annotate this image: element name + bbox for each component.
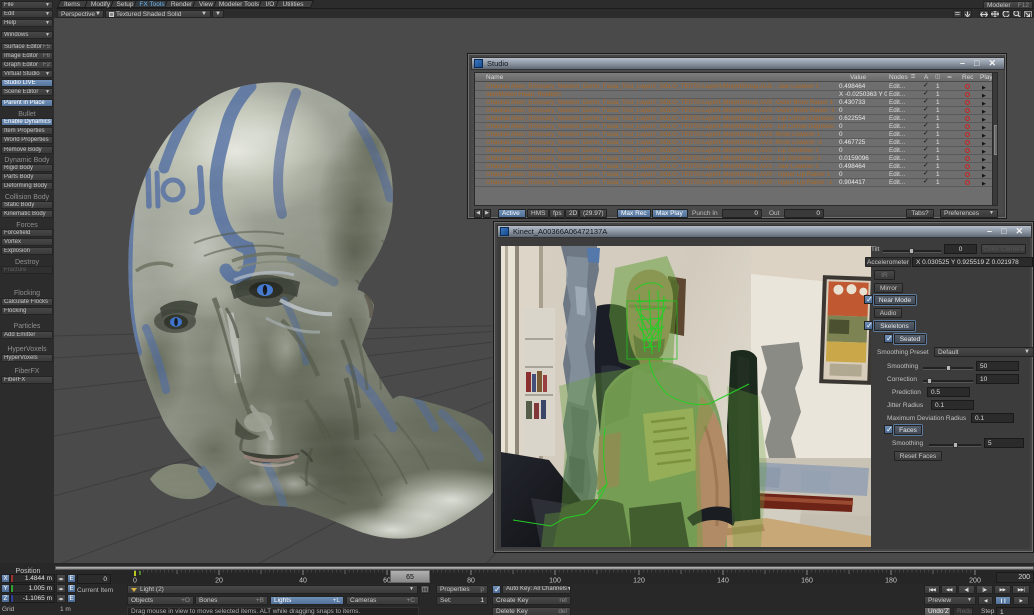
svg-text:200: 200	[969, 578, 981, 585]
svg-text:40: 40	[299, 578, 307, 585]
svg-text:160: 160	[801, 578, 813, 585]
svg-text:100: 100	[549, 578, 561, 585]
svg-text:20: 20	[215, 578, 223, 585]
svg-text:80: 80	[467, 578, 475, 585]
svg-text:120: 120	[633, 578, 645, 585]
svg-text:180: 180	[885, 578, 897, 585]
svg-text:140: 140	[717, 578, 729, 585]
